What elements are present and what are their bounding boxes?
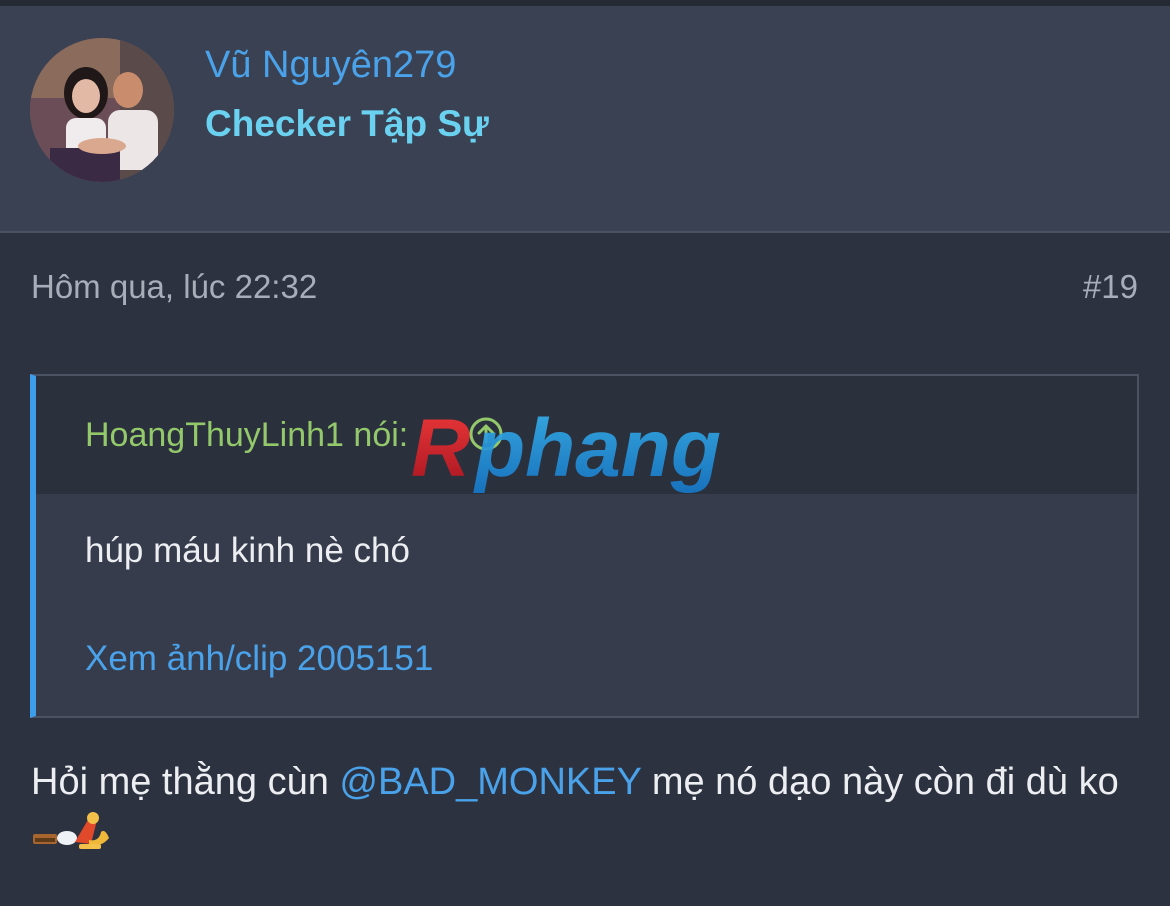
avatar-image <box>30 38 174 182</box>
username-link[interactable]: Vũ Nguyên279 <box>205 44 456 87</box>
user-header: Vũ Nguyên279 Checker Tập Sự <box>0 6 1170 233</box>
sticker-emoji <box>33 812 109 849</box>
user-mention[interactable]: @BAD_MONKEY <box>339 761 641 803</box>
quote-author-name[interactable]: HoangThuyLinh1 <box>85 416 344 454</box>
quote-text: húp máu kinh nè chó <box>85 531 410 570</box>
post-message: Hỏi mẹ thằng cùn @BAD_MONKEY mẹ nó dạo n… <box>31 756 1141 860</box>
quote-said-label: nói: <box>353 416 409 454</box>
message-text-before: Hỏi mẹ thằng cùn <box>31 761 340 803</box>
user-title: Checker Tập Sự <box>205 103 489 144</box>
quote-media-link[interactable]: Xem ảnh/clip 2005151 <box>85 639 433 679</box>
avatar[interactable] <box>30 38 174 182</box>
svg-text:phang: phang <box>473 403 721 494</box>
quote-author[interactable]: HoangThuyLinh1 nói: <box>85 416 408 455</box>
post-number[interactable]: #19 <box>1083 268 1138 306</box>
post-page: Vũ Nguyên279 Checker Tập Sự Hôm qua, lúc… <box>0 0 1170 906</box>
message-text-after: mẹ nó dạo này còn đi dù ko <box>641 761 1119 803</box>
watermark-logo: R phang <box>411 403 721 494</box>
post-date[interactable]: Hôm qua, lúc 22:32 <box>31 268 317 306</box>
svg-text:R: R <box>411 403 470 494</box>
